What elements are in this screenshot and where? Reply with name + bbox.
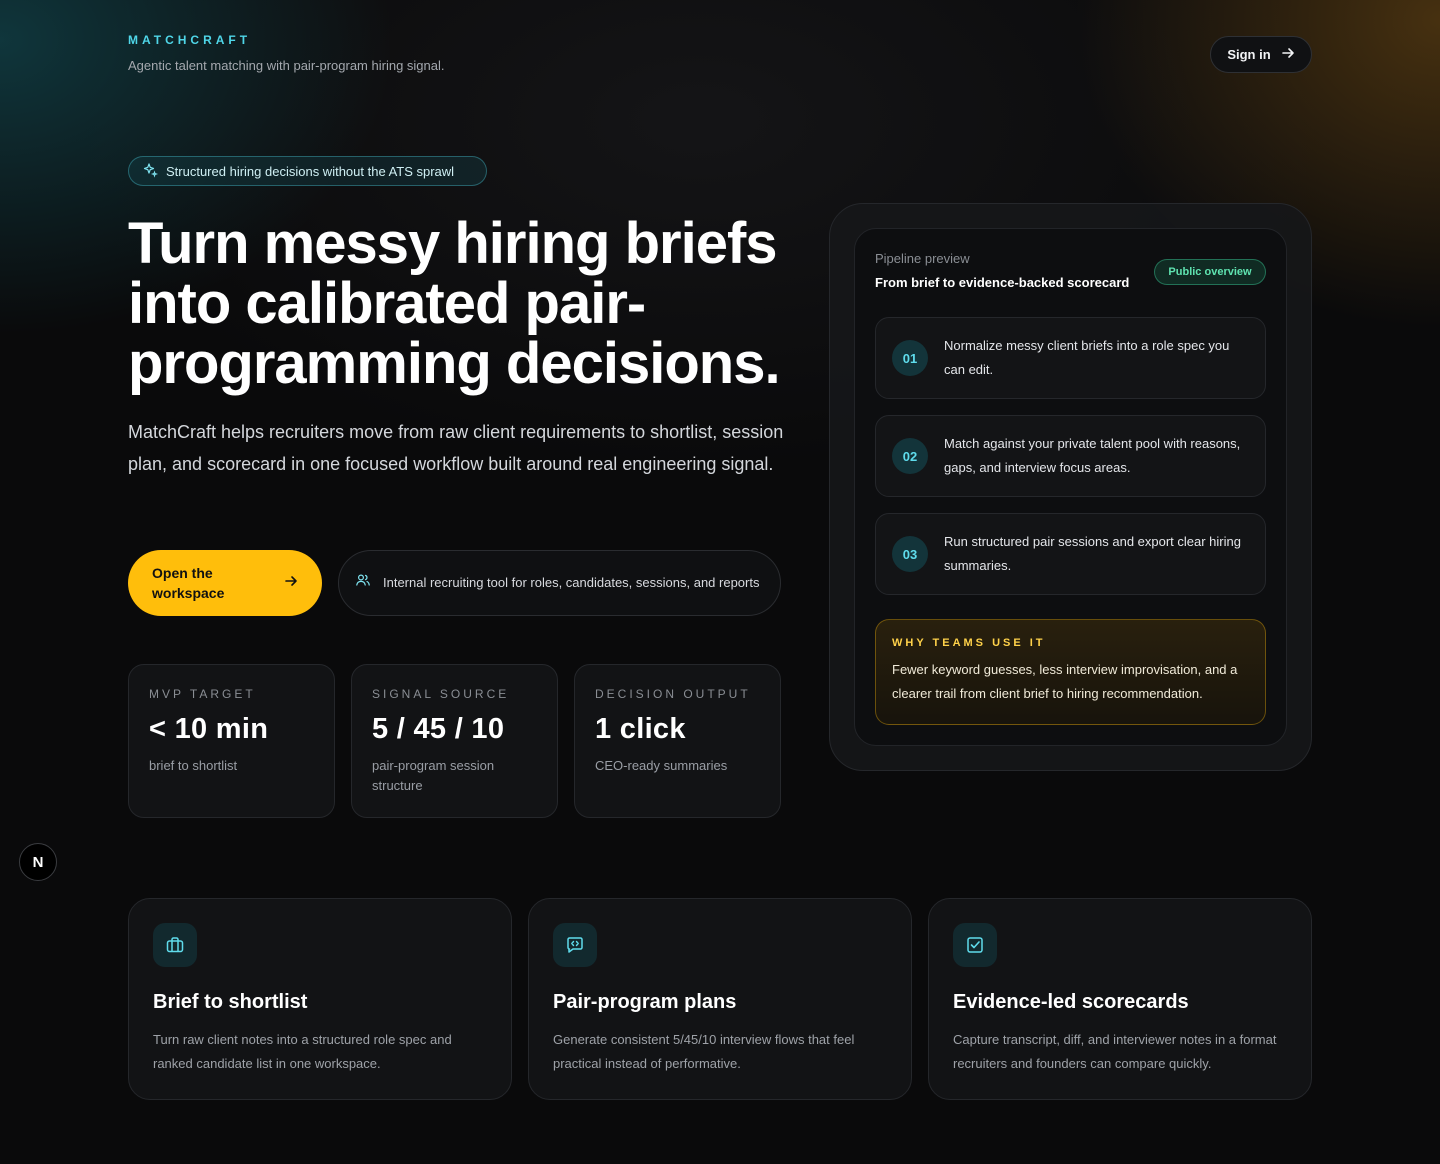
step-number: 03 (892, 536, 928, 572)
internal-tool-note-text: Internal recruiting tool for roles, cand… (383, 575, 760, 590)
stat-caption: CEO-ready summaries (595, 758, 728, 773)
stat-value: 5 / 45 / 10 (372, 713, 505, 745)
stat-caption: brief to shortlist (149, 758, 238, 773)
feature-description: Generate consistent 5/45/10 interview fl… (553, 1032, 855, 1071)
stat-card-signal-source: SIGNAL SOURCE 5 / 45 / 10 pair-program s… (351, 664, 558, 818)
feature-card-pair-program-plans: Pair-program plans Generate consistent 5… (528, 898, 912, 1100)
why-teams-body: Fewer keyword guesses, less interview im… (892, 662, 1238, 701)
brand-tagline: Agentic talent matching with pair-progra… (128, 58, 445, 73)
step-text: Normalize messy client briefs into a rol… (944, 338, 1230, 377)
users-icon (355, 572, 371, 594)
hero-pill-label: Structured hiring decisions without the … (166, 163, 455, 179)
checkbox-icon (953, 923, 997, 967)
stat-caption: pair-program session structure (372, 758, 495, 793)
feature-card-brief-to-shortlist: Brief to shortlist Turn raw client notes… (128, 898, 512, 1100)
why-teams-callout: WHY TEAMS USE IT Fewer keyword guesses, … (875, 619, 1266, 725)
dev-tools-badge[interactable]: N (19, 843, 57, 881)
stat-value: < 10 min (149, 713, 269, 745)
pipeline-step: 01 Normalize messy client briefs into a … (875, 317, 1266, 399)
why-teams-heading: WHY TEAMS USE IT (892, 637, 1046, 649)
arrow-right-icon (284, 573, 298, 593)
stat-label: MVP TARGET (149, 687, 256, 701)
page-title: Turn messy hiring briefs into calibrated… (128, 211, 781, 396)
stat-label: DECISION OUTPUT (595, 687, 751, 701)
hero-description: MatchCraft helps recruiters move from ra… (128, 422, 784, 474)
stat-value: 1 click (595, 713, 686, 745)
step-text: Run structured pair sessions and export … (944, 534, 1241, 573)
arrow-right-icon (1281, 46, 1295, 63)
feature-description: Capture transcript, diff, and interviewe… (953, 1032, 1277, 1071)
feature-title: Pair-program plans (553, 991, 737, 1013)
feature-card-evidence-led-scorecards: Evidence-led scorecards Capture transcri… (928, 898, 1312, 1100)
brand-logo: MATCHCRAFT (128, 33, 252, 47)
step-number: 01 (892, 340, 928, 376)
stat-label: SIGNAL SOURCE (372, 687, 510, 701)
step-text: Match against your private talent pool w… (944, 436, 1241, 475)
briefcase-icon (153, 923, 197, 967)
internal-tool-note: Internal recruiting tool for roles, cand… (338, 550, 781, 616)
step-number: 02 (892, 438, 928, 474)
feature-description: Turn raw client notes into a structured … (153, 1032, 452, 1071)
pipeline-step: 03 Run structured pair sessions and expo… (875, 513, 1266, 595)
sign-in-label: Sign in (1227, 47, 1271, 62)
feature-title: Evidence-led scorecards (953, 991, 1189, 1013)
sign-in-button[interactable]: Sign in (1210, 36, 1312, 73)
public-overview-badge: Public overview (1154, 259, 1266, 285)
hero-pill: Structured hiring decisions without the … (128, 156, 487, 186)
pipeline-preview-kicker: Pipeline preview (875, 251, 970, 266)
open-workspace-button[interactable]: Open the workspace (128, 550, 322, 616)
feature-title: Brief to shortlist (153, 991, 308, 1013)
sparkles-icon (142, 162, 159, 181)
stat-card-decision-output: DECISION OUTPUT 1 click CEO-ready summar… (574, 664, 781, 818)
open-workspace-label: Open the workspace (152, 565, 225, 601)
pipeline-step: 02 Match against your private talent poo… (875, 415, 1266, 497)
code-message-icon (553, 923, 597, 967)
pipeline-preview-title: From brief to evidence-backed scorecard (875, 275, 1130, 290)
stat-card-mvp-target: MVP TARGET < 10 min brief to shortlist (128, 664, 335, 818)
